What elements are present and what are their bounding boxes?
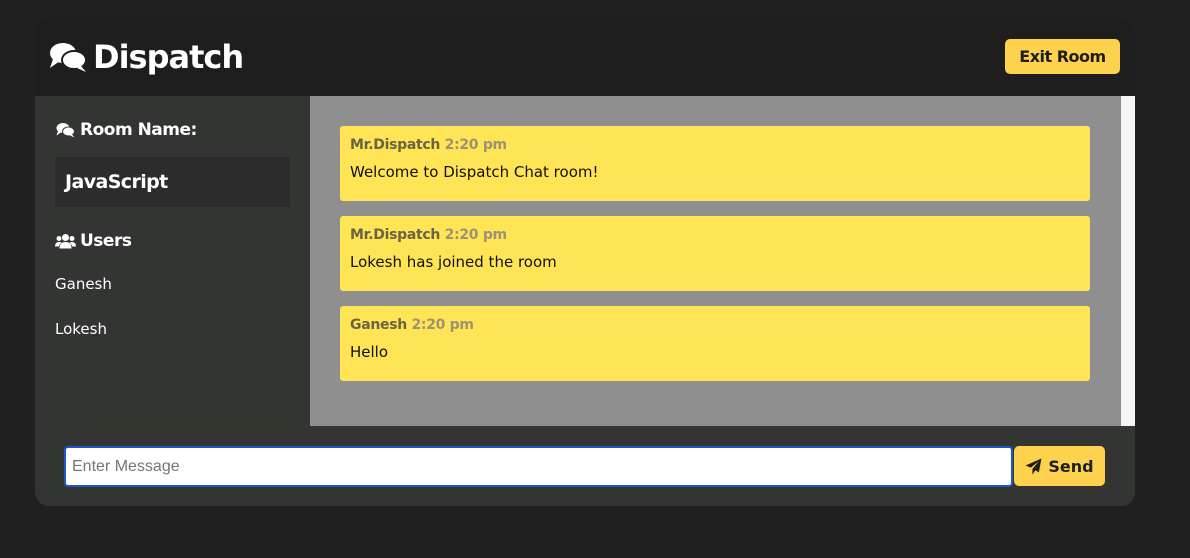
message-text: Lokesh has joined the room xyxy=(350,253,557,271)
message-meta: Ganesh 2:20 pm xyxy=(350,317,1080,333)
user-item: Ganesh xyxy=(55,275,112,293)
user-item: Lokesh xyxy=(55,320,107,338)
message-input[interactable] xyxy=(64,446,1013,487)
paper-plane-icon xyxy=(1025,458,1042,475)
messages-panel[interactable]: Mr.Dispatch 2:20 pm Welcome to Dispatch … xyxy=(310,96,1135,426)
app-title: Dispatch xyxy=(93,37,244,76)
message-author: Ganesh xyxy=(350,317,407,333)
message-card: Mr.Dispatch 2:20 pm Welcome to Dispatch … xyxy=(340,126,1090,201)
room-name: JavaScript xyxy=(55,157,290,207)
header: Dispatch Exit Room xyxy=(35,17,1135,96)
exit-room-button[interactable]: Exit Room xyxy=(1005,39,1120,74)
message-text: Welcome to Dispatch Chat room! xyxy=(350,163,599,181)
message-author: Mr.Dispatch xyxy=(350,227,441,243)
users-icon xyxy=(55,233,76,249)
message-time: 2:20 pm xyxy=(411,317,474,333)
users-heading-label: Users xyxy=(80,231,132,251)
message-meta: Mr.Dispatch 2:20 pm xyxy=(350,137,1080,153)
message-meta: Mr.Dispatch 2:20 pm xyxy=(350,227,1080,243)
comments-icon xyxy=(55,122,76,138)
users-heading: Users xyxy=(55,231,290,251)
send-button-label: Send xyxy=(1048,456,1094,476)
comments-icon xyxy=(49,41,87,73)
sidebar: Room Name: JavaScript Users Ganesh Lokes… xyxy=(35,96,310,426)
message-card: Ganesh 2:20 pm Hello xyxy=(340,306,1090,381)
message-author: Mr.Dispatch xyxy=(350,137,441,153)
chat-app: Dispatch Exit Room Room Name: JavaScript xyxy=(35,17,1135,506)
message-card: Mr.Dispatch 2:20 pm Lokesh has joined th… xyxy=(340,216,1090,291)
send-button[interactable]: Send xyxy=(1014,446,1105,486)
message-time: 2:20 pm xyxy=(444,227,508,243)
users-list: Ganesh Lokesh xyxy=(55,274,290,364)
room-name-heading-label: Room Name: xyxy=(80,120,197,140)
brand: Dispatch xyxy=(49,37,244,76)
message-composer: Send xyxy=(35,426,1135,506)
message-text: Hello xyxy=(350,343,389,361)
room-name-heading: Room Name: xyxy=(55,120,290,140)
message-time: 2:20 pm xyxy=(444,137,508,153)
